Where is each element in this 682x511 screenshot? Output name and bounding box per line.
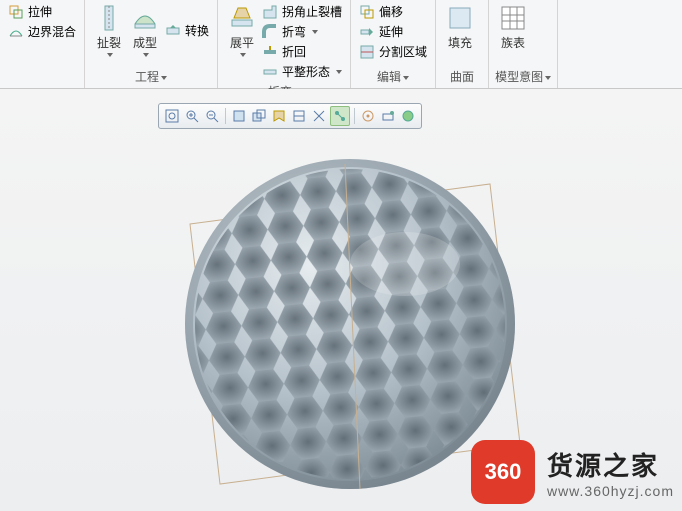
flatten-label: 展平 [230,34,254,51]
bendback-label: 折回 [282,43,306,60]
stretch-button[interactable]: 拉伸 [6,2,78,21]
spin-center-button[interactable] [359,107,377,125]
fill-label: 填充 [448,34,472,51]
flatform-label: 平整形态 [282,63,330,80]
corner-icon [262,4,278,20]
chevron-down-icon [143,53,149,57]
flatform-button[interactable]: 平整形态 [260,62,344,81]
group-label-engineering: 工程 [91,66,211,88]
extend-button[interactable]: 延伸 [357,22,429,41]
flatten-icon [228,4,256,32]
bend-button[interactable]: 折弯 [260,22,344,41]
watermark-url: www.360hyzj.com [547,483,674,499]
saved-views-button[interactable] [270,107,288,125]
chevron-down-icon [312,30,318,34]
group-label-surface: 曲面 [442,66,482,88]
extend-icon [359,24,375,40]
convert-icon [165,23,181,39]
family-table-button[interactable]: 族表 [495,2,531,53]
render-button[interactable] [399,107,417,125]
bendback-button[interactable]: 折回 [260,42,344,61]
convert-button[interactable]: 转换 [163,21,211,40]
flatten-button[interactable]: 展平 [224,2,260,81]
boundary-icon [8,24,24,40]
fill-button[interactable]: 填充 [442,2,478,53]
chevron-down-icon [161,76,167,80]
ribbon-group-shape: 拉伸 边界混合 [0,0,85,88]
group-label-model-intent: 模型意图 [495,66,551,88]
stretch-icon [8,4,24,20]
group-label-edit: 编辑 [357,66,429,88]
watermark-logo: 360 [471,440,535,504]
rip-icon [95,4,123,32]
form-icon [131,4,159,32]
corner-label: 拐角止裂槽 [282,3,342,20]
chevron-down-icon [336,70,342,74]
ribbon-group-bend: 展平 拐角止裂槽 折弯 折回 平整形态 [218,0,351,88]
split-label: 分割区域 [379,43,427,60]
bend-label: 折弯 [282,23,306,40]
flatform-icon [262,64,278,80]
separator [225,108,226,124]
display-style-button[interactable] [250,107,268,125]
chevron-down-icon [545,76,551,80]
corner-relief-button[interactable]: 拐角止裂槽 [260,2,344,21]
family-label: 族表 [501,34,525,51]
separator [354,108,355,124]
highlight [350,232,460,296]
family-table-icon [499,4,527,32]
form-label: 成型 [133,34,157,51]
repaint-button[interactable] [230,107,248,125]
chevron-down-icon [240,53,246,57]
boundary-blend-button[interactable]: 边界混合 [6,22,78,41]
watermark: 360 货源之家 www.360hyzj.com [471,440,674,504]
rip-label: 扯裂 [97,34,121,51]
chevron-down-icon [403,76,409,80]
view-toolbar [158,103,422,129]
group-label-shape [6,69,78,88]
offset-icon [359,4,375,20]
offset-label: 偏移 [379,3,403,20]
split-area-button[interactable]: 分割区域 [357,42,429,61]
boundary-label: 边界混合 [28,23,76,40]
ribbon-group-model-intent: 族表 模型意图 [489,0,558,88]
ribbon-group-edit: 偏移 延伸 分割区域 编辑 [351,0,436,88]
view-manager-button[interactable] [290,107,308,125]
rip-button[interactable]: 扯裂 [91,2,127,59]
bend-icon [262,24,278,40]
bendback-icon [262,44,278,60]
convert-label: 转换 [185,22,209,39]
datum-display-button[interactable] [310,107,328,125]
perspective-button[interactable] [379,107,397,125]
chevron-down-icon [107,53,113,57]
stretch-label: 拉伸 [28,3,52,20]
viewport[interactable]: 360 货源之家 www.360hyzj.com [0,89,682,511]
zoom-out-button[interactable] [203,107,221,125]
zoom-fit-button[interactable] [163,107,181,125]
form-button[interactable]: 成型 [127,2,163,59]
watermark-title: 货源之家 [547,446,674,483]
fill-icon [446,4,474,32]
split-icon [359,44,375,60]
annotation-display-button[interactable] [330,106,350,126]
offset-button[interactable]: 偏移 [357,2,429,21]
zoom-in-button[interactable] [183,107,201,125]
extend-label: 延伸 [379,23,403,40]
ribbon-group-surface: 填充 曲面 [436,0,489,88]
ribbon-group-engineering: 扯裂 成型 转换 工程 [85,0,218,88]
ribbon: 拉伸 边界混合 扯裂 成型 [0,0,682,89]
